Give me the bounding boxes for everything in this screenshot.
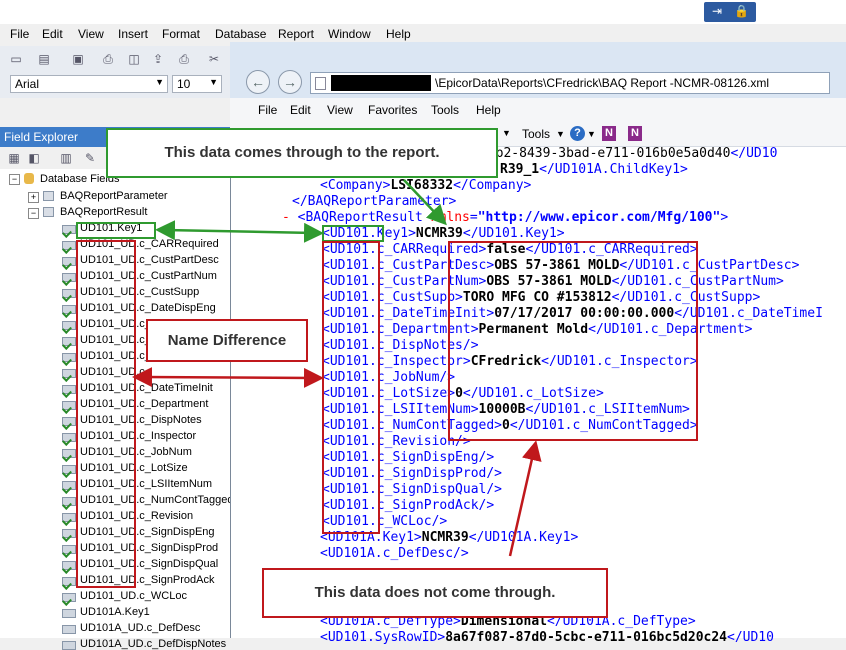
annotation-arrows bbox=[132, 179, 542, 557]
red-arrow-horizontal bbox=[132, 367, 324, 388]
green-arrow-horizontal bbox=[155, 220, 324, 243]
red-arrow-up bbox=[508, 440, 542, 557]
tree-field-item[interactable]: UD101A_UD.c_DefDispNotes bbox=[80, 638, 226, 650]
green-arrow-diagonal bbox=[403, 179, 447, 226]
field-icon bbox=[62, 641, 76, 650]
